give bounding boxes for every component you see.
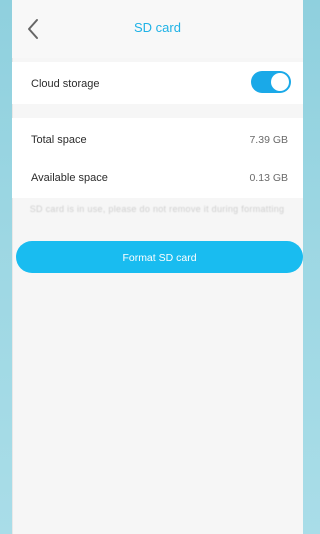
page-title: SD card: [134, 20, 181, 35]
cloud-storage-label: Cloud storage: [31, 78, 100, 90]
available-space-row: Available space 0.13 GB: [12, 158, 303, 198]
cloud-storage-toggle[interactable]: [251, 71, 291, 93]
available-space-value: 0.13 GB: [249, 172, 288, 184]
format-sd-card-button[interactable]: Format SD card: [16, 241, 303, 273]
total-space-row: Total space 7.39 GB: [12, 120, 303, 160]
total-space-value: 7.39 GB: [249, 134, 288, 146]
storage-info-section: Total space 7.39 GB Available space 0.13…: [12, 118, 303, 198]
toggle-knob: [271, 73, 289, 91]
header-bar: SD card: [12, 0, 303, 58]
format-hint-text: SD card is in use, please do not remove …: [29, 204, 285, 214]
available-space-label: Available space: [31, 172, 108, 184]
total-space-label: Total space: [31, 134, 87, 146]
sd-card-screen: SD card Cloud storage Total space 7.39 G…: [12, 0, 303, 534]
